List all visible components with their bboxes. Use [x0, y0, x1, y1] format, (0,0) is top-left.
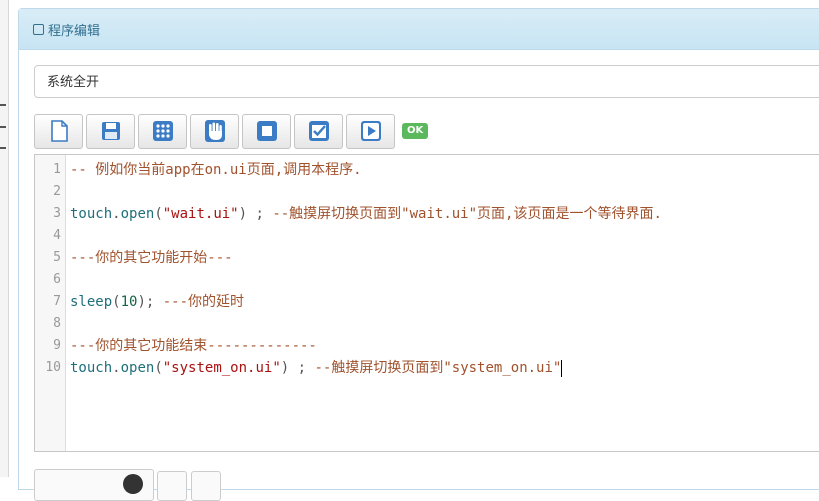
panel-header: 程序编辑	[19, 9, 819, 50]
panel-title: 程序编辑	[48, 23, 101, 39]
code-text: -- 例如你当前app在on.ui页面,调用本程序.	[70, 159, 362, 181]
program-select[interactable]: 系统全开	[34, 65, 819, 98]
code-token: ) ;	[280, 360, 315, 376]
code-token: ---你的其它功能结束-------------	[70, 338, 317, 354]
code-editor[interactable]: 1 -- 例如你当前app在on.ui页面,调用本程序. 2 3 touch.open(…	[34, 154, 819, 452]
bottom-button[interactable]	[157, 471, 187, 501]
code-text: touch.open("wait.ui") ; --触摸屏切换页面到"wait.…	[70, 203, 662, 225]
checkbox-icon	[308, 121, 329, 141]
bottom-toggle[interactable]	[34, 469, 154, 501]
code-token: (	[112, 294, 121, 310]
editor-toolbar: OK	[34, 113, 429, 149]
toggle-knob	[123, 474, 143, 494]
status-badge: OK	[402, 123, 429, 139]
check-button[interactable]	[294, 113, 343, 149]
code-token: sleep	[70, 294, 113, 310]
play-icon	[360, 121, 381, 141]
edge-mark	[0, 147, 6, 149]
line-number: 3	[53, 206, 61, 221]
line-number: 1	[53, 162, 61, 177]
code-token: .	[112, 360, 121, 376]
line-number: 2	[53, 184, 61, 199]
program-editor-panel: 程序编辑 系统全开 OK 1 -- 例如你当前app在on.ui页面,调用本程序…	[18, 8, 819, 501]
code-token: ) ;	[238, 206, 273, 222]
code-token: "system_on.ui"	[162, 360, 281, 376]
edge-mark	[0, 104, 6, 106]
code-token: -- 例如你当前app在on.ui页面,调用本程序.	[70, 162, 362, 178]
line-number: 7	[53, 294, 61, 309]
edge-mark	[0, 126, 6, 128]
panel-square-icon	[33, 24, 44, 35]
stop-hand-button[interactable]	[190, 113, 239, 149]
text-cursor	[561, 359, 563, 377]
code-token: open	[120, 360, 155, 376]
new-file-icon	[50, 120, 68, 142]
code-token: "wait.ui"	[162, 206, 239, 222]
line-number: 6	[53, 272, 61, 287]
code-token: 10	[120, 294, 138, 310]
save-button[interactable]	[86, 113, 135, 149]
line-number: 5	[53, 250, 61, 265]
code-token: (	[154, 360, 163, 376]
code-token: touch	[70, 360, 113, 376]
code-token: ---你的延时	[162, 294, 245, 310]
code-text: ---你的其它功能开始---	[70, 247, 233, 269]
code-text: touch.open("system_on.ui") ; --触摸屏切换页面到"…	[70, 357, 563, 379]
code-token: --触摸屏切换页面到"wait.ui"页面,该页面是一个等待界面.	[272, 206, 662, 222]
code-token: .	[112, 206, 121, 222]
code-token: (	[154, 206, 163, 222]
code-token: ---你的其它功能开始---	[70, 250, 233, 266]
run-button[interactable]	[346, 113, 395, 149]
code-token: touch	[70, 206, 113, 222]
new-file-button[interactable]	[34, 113, 83, 149]
code-token: --触摸屏切换页面到"system_on.ui"	[314, 360, 562, 376]
code-text: ---你的其它功能结束-------------	[70, 335, 317, 357]
line-number: 4	[53, 228, 61, 243]
code-token: open	[120, 206, 155, 222]
stop-button[interactable]	[242, 113, 291, 149]
line-number: 8	[53, 316, 61, 331]
stop-square-icon	[256, 121, 277, 141]
hand-stop-icon	[204, 120, 225, 142]
code-token: );	[137, 294, 163, 310]
line-number: 10	[45, 360, 61, 375]
save-icon	[101, 122, 120, 140]
grid-icon	[152, 121, 173, 141]
line-number: 9	[53, 338, 61, 353]
grid-button[interactable]	[138, 113, 187, 149]
window-left-edge	[0, 0, 9, 477]
code-text: sleep(10); ---你的延时	[70, 291, 244, 313]
bottom-button[interactable]	[191, 471, 221, 501]
